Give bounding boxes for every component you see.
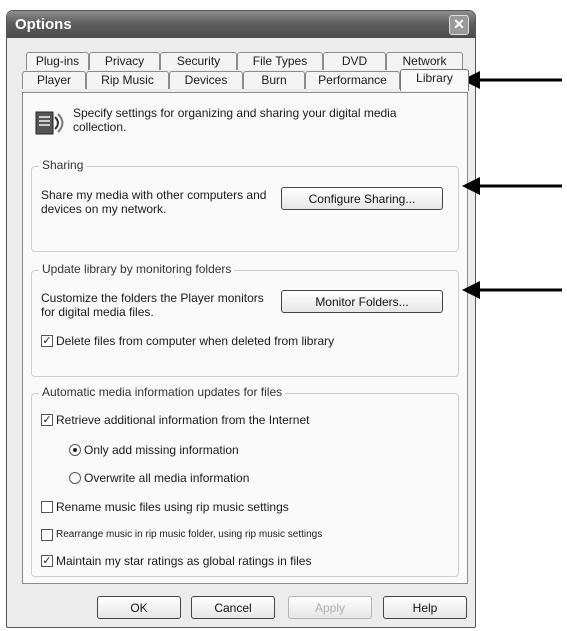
tab-privacy[interactable]: Privacy [89,52,160,70]
delete-files-checkbox[interactable]: ✓ [41,335,53,347]
configure-sharing-button[interactable]: Configure Sharing... [281,187,443,210]
sharing-group-label: Sharing [39,158,87,172]
title-bar[interactable]: Options ✕ [7,11,475,38]
tab-network[interactable]: Network [386,52,463,70]
window-title: Options [15,16,72,33]
rename-files-label: Rename music files using rip music setti… [56,500,289,514]
arrow-library-tab [462,71,562,89]
tab-library[interactable]: Library [400,69,469,91]
tab-security[interactable]: Security [160,52,237,70]
rename-files-checkbox[interactable] [41,501,53,513]
arrow-configure-sharing [462,177,562,195]
rearrange-music-label: Rearrange music in rip music folder, usi… [56,529,323,540]
library-description: Specify settings for organizing and shar… [73,106,397,134]
maintain-ratings-checkbox[interactable]: ✓ [41,555,53,567]
close-icon: ✕ [453,16,465,32]
tab-file-types[interactable]: File Types [237,52,323,70]
only-add-missing-radio[interactable] [69,444,81,456]
options-dialog: Options ✕ Plug-ins Privacy Security File… [6,10,476,628]
monitor-folders-group: Update library by monitoring folders Cus… [31,262,459,377]
library-icon [35,111,64,135]
close-button[interactable]: ✕ [449,15,469,35]
sharing-text: Share my media with other computers and … [41,188,267,216]
library-panel: Specify settings for organizing and shar… [22,92,468,584]
monitor-group-label: Update library by monitoring folders [39,262,235,276]
monitor-folders-button[interactable]: Monitor Folders... [281,290,443,313]
delete-files-label: Delete files from computer when deleted … [56,334,335,348]
tab-burn[interactable]: Burn [243,71,305,89]
monitor-text: Customize the folders the Player monitor… [41,291,264,319]
ok-button[interactable]: OK [97,596,181,619]
tab-player[interactable]: Player [22,71,86,89]
sharing-group: Sharing Share my media with other comput… [31,158,459,252]
rearrange-music-checkbox[interactable] [41,529,53,541]
tab-performance[interactable]: Performance [305,71,400,89]
maintain-ratings-label: Maintain my star ratings as global ratin… [56,554,312,568]
apply-button[interactable]: Apply [288,596,372,619]
tab-plug-ins[interactable]: Plug-ins [26,52,89,70]
overwrite-all-radio[interactable] [69,472,81,484]
tab-devices[interactable]: Devices [169,71,243,89]
arrow-monitor-folders [462,281,562,299]
overwrite-all-label: Overwrite all media information [84,471,250,485]
help-button[interactable]: Help [383,596,467,619]
only-add-missing-label: Only add missing information [84,443,239,457]
retrieve-info-label: Retrieve additional information from the… [56,413,310,427]
auto-updates-group-label: Automatic media information updates for … [39,385,286,399]
tab-dvd[interactable]: DVD [323,52,386,70]
cancel-button[interactable]: Cancel [191,596,275,619]
retrieve-info-checkbox[interactable]: ✓ [41,414,53,426]
tab-rip-music[interactable]: Rip Music [86,71,169,89]
auto-updates-group: Automatic media information updates for … [31,385,459,577]
